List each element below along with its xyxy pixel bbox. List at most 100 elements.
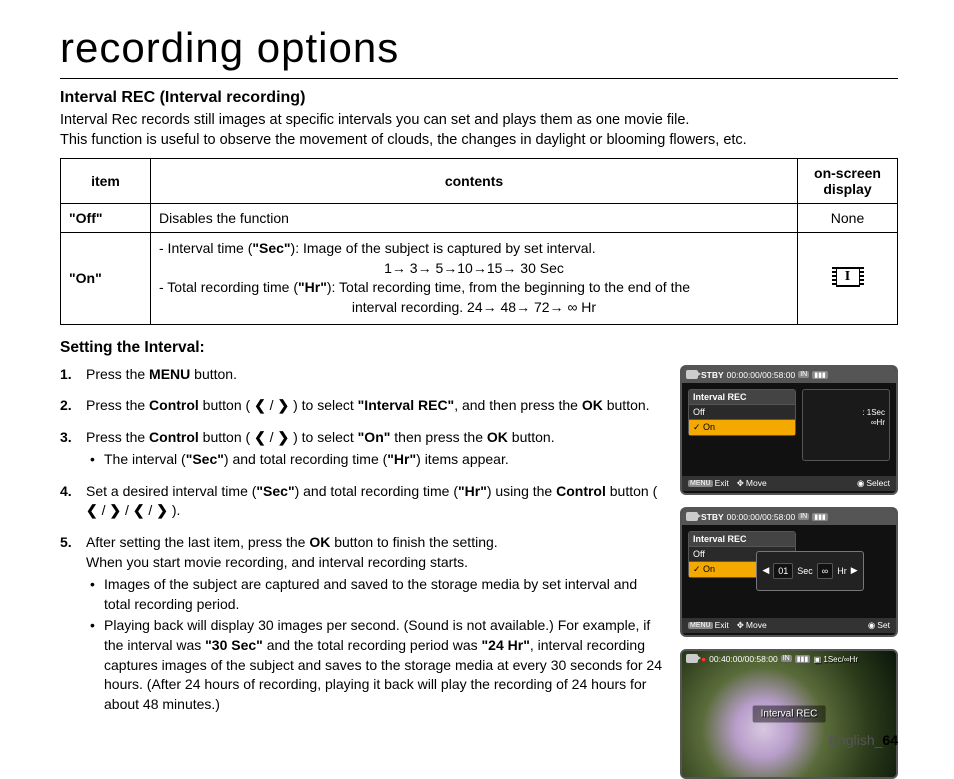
interval-popup: ◀ 01 Sec ∞ Hr ▶ bbox=[756, 551, 864, 591]
t: 01 bbox=[778, 566, 788, 576]
step-5: After setting the last item, press the O… bbox=[60, 533, 664, 714]
move-label: Move bbox=[746, 620, 767, 630]
t: Control bbox=[556, 483, 606, 499]
camera-icon bbox=[686, 370, 698, 379]
step-5-bullet: Images of the subject are captured and s… bbox=[86, 575, 664, 614]
t: ). bbox=[168, 502, 180, 518]
t: On bbox=[703, 564, 715, 574]
t: ) using the bbox=[487, 483, 556, 499]
menu-item-on: ✓ On bbox=[689, 419, 795, 435]
t: OK bbox=[487, 429, 508, 445]
t: On bbox=[703, 422, 715, 432]
t: ): Image of the subject is captured by s… bbox=[291, 240, 596, 256]
set-label: Set bbox=[877, 620, 890, 630]
time-label: 00:40:00/00:58:00 bbox=[709, 654, 778, 664]
t: - Total recording time ( bbox=[159, 279, 298, 295]
t: Press the bbox=[86, 429, 149, 445]
t: "Hr" bbox=[387, 451, 416, 467]
lcd-screenshots: STBY 00:00:00/00:58:00 IN ▮▮▮ Interval R… bbox=[680, 365, 898, 779]
battery-icon: ▮▮▮ bbox=[795, 655, 811, 663]
t: After setting the last item, press the bbox=[86, 534, 309, 550]
th-item: item bbox=[61, 159, 151, 204]
chevron-up-icon: ❮ bbox=[254, 428, 266, 448]
th-display: on-screen display bbox=[798, 159, 898, 204]
arrow-right-icon: ▶ bbox=[851, 565, 858, 576]
intro-text: Interval Rec records still images at spe… bbox=[60, 111, 898, 150]
footer-lang: English bbox=[829, 732, 875, 748]
battery-icon: ▮▮▮ bbox=[812, 513, 828, 521]
t: Press the bbox=[86, 366, 149, 382]
t: button. bbox=[508, 429, 555, 445]
lcd-screen-1: STBY 00:00:00/00:58:00 IN ▮▮▮ Interval R… bbox=[680, 365, 898, 495]
battery-icon: ▮▮▮ bbox=[812, 371, 828, 379]
menu-item-off: Off bbox=[689, 404, 795, 419]
t: ) to select bbox=[289, 397, 357, 413]
t: "24 Hr" bbox=[482, 637, 530, 653]
t: button ( bbox=[606, 483, 657, 499]
interval-rec-icon: I bbox=[835, 267, 861, 287]
page-footer: English_64 bbox=[829, 732, 898, 748]
t: button to finish the setting. bbox=[330, 534, 497, 550]
row-on-item: "On" bbox=[61, 233, 151, 324]
t: "On" bbox=[358, 429, 391, 445]
t: / bbox=[266, 397, 278, 413]
exit-label: Exit bbox=[715, 620, 729, 630]
chevron-up-icon: ❮ bbox=[86, 501, 98, 521]
t: 1→ 3→ 5→10→15→ 30 Sec bbox=[159, 259, 789, 279]
menu-title: Interval REC bbox=[689, 532, 795, 546]
chevron-down-icon: ❯ bbox=[277, 428, 289, 448]
t: then press the bbox=[390, 429, 487, 445]
stby-label: STBY bbox=[701, 370, 724, 380]
chevron-right-icon: ❯ bbox=[277, 396, 289, 416]
section-heading: Interval REC (Interval recording) bbox=[60, 89, 898, 107]
intro-line1: Interval Rec records still images at spe… bbox=[60, 112, 689, 128]
t: / bbox=[145, 502, 157, 518]
card-icon: IN bbox=[781, 655, 792, 662]
chevron-down-icon: ❯ bbox=[109, 501, 121, 521]
table-row: "Off" Disables the function None bbox=[61, 204, 898, 233]
step-2: Press the Control button ( ❮ / ❯ ) to se… bbox=[60, 396, 664, 416]
th-contents: contents bbox=[151, 159, 798, 204]
setting-heading: Setting the Interval: bbox=[60, 339, 898, 357]
t: interval recording. 24→ 48→ 72→ ∞ Hr bbox=[159, 298, 789, 318]
interval-rec-overlay: Interval REC bbox=[753, 705, 826, 722]
t: / bbox=[98, 502, 110, 518]
row-on-display: I bbox=[798, 233, 898, 324]
t: The interval ( bbox=[104, 451, 186, 467]
stby-label: STBY bbox=[701, 512, 724, 522]
set-icon: ◉ bbox=[868, 620, 875, 631]
t: "Hr" bbox=[298, 279, 327, 295]
arrow-left-icon: ◀ bbox=[762, 565, 769, 576]
select-icon: ◉ bbox=[857, 478, 864, 489]
t: Press the bbox=[86, 397, 149, 413]
row-on-contents: - Interval time ("Sec"): Image of the su… bbox=[151, 233, 798, 324]
page-title: recording options bbox=[60, 24, 898, 79]
intro-line2: This function is useful to observe the m… bbox=[60, 132, 747, 148]
t: "Interval REC" bbox=[358, 397, 455, 413]
move-icon: ✥ bbox=[737, 620, 744, 631]
camera-icon bbox=[686, 654, 698, 663]
t: ): Total recording time, from the beginn… bbox=[327, 279, 690, 295]
side-panel: : 1Sec ∞Hr bbox=[802, 389, 890, 461]
select-label: Select bbox=[866, 478, 890, 488]
menu-key-icon: MENU bbox=[688, 622, 713, 629]
row-off-display: None bbox=[798, 204, 898, 233]
t: button. bbox=[603, 397, 650, 413]
t: MENU bbox=[149, 366, 190, 382]
chevron-left-icon: ❮ bbox=[254, 396, 266, 416]
menu-panel: Interval REC Off ✓ On bbox=[688, 389, 796, 436]
table-row: "On" - Interval time ("Sec"): Image of t… bbox=[61, 233, 898, 324]
step-4: Set a desired interval time ("Sec") and … bbox=[60, 482, 664, 521]
t: Sec bbox=[797, 566, 813, 576]
time-label: 00:00:00/00:58:00 bbox=[727, 512, 796, 522]
lcd-screen-3: ● 00:40:00/00:58:00 IN ▮▮▮ ▣ 1Sec/∞Hr In… bbox=[680, 649, 898, 779]
row-off-item: "Off" bbox=[61, 204, 151, 233]
t: ∞Hr bbox=[871, 418, 885, 427]
t: OK bbox=[582, 397, 603, 413]
card-icon: IN bbox=[798, 513, 809, 520]
move-icon: ✥ bbox=[737, 478, 744, 489]
t: button. bbox=[190, 366, 237, 382]
exit-label: Exit bbox=[715, 478, 729, 488]
step-1: Press the MENU button. bbox=[60, 365, 664, 385]
step-5-bullet: Playing back will display 30 images per … bbox=[86, 616, 664, 714]
